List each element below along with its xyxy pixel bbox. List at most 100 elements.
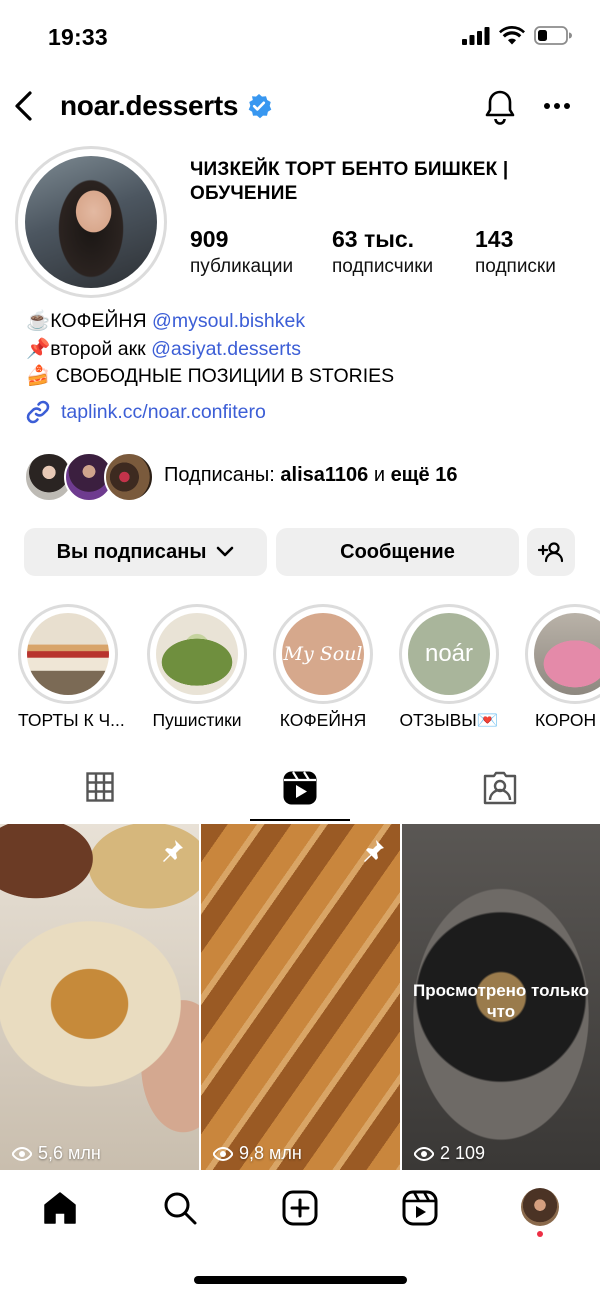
bio-line-2: 📌второй акк (26, 337, 152, 360)
highlight-label: ОТЗЫВЫ💌 (399, 710, 499, 730)
following-button[interactable]: Вы подписаны (24, 528, 267, 576)
highlight-ring: noár (399, 604, 499, 704)
highlight-label: КОФЕЙНЯ (279, 710, 367, 730)
eye-icon (414, 1146, 434, 1161)
reel-views: 5,6 млн (12, 1143, 101, 1164)
message-button[interactable]: Сообщение (276, 528, 519, 576)
bio-line-1: ☕️КОФЕЙНЯ (26, 310, 153, 332)
status-time: 19:33 (48, 24, 108, 50)
bio-mention-mysoul[interactable]: @mysoul.bishkek (152, 310, 305, 332)
reel-tile-2[interactable]: 9,8 млн (201, 824, 400, 1170)
highlight-2[interactable]: Пушистики (147, 604, 247, 731)
stat-following-value: 143 (475, 226, 514, 252)
reel-views-count: 9,8 млн (239, 1143, 302, 1163)
add-person-icon (538, 542, 564, 563)
reel-watched-overlay: Просмотрено только что (412, 981, 590, 1021)
followed-by-rest: ещё 16 (390, 464, 458, 486)
pin-icon (163, 840, 183, 862)
nav-create[interactable] (282, 1190, 318, 1231)
highlight-label: Пушистики (152, 710, 242, 730)
reel-tile-1[interactable]: 5,6 млн (0, 824, 199, 1170)
notifications-button[interactable] (482, 88, 518, 131)
bottom-navigation (0, 1170, 600, 1250)
grid-icon (86, 772, 114, 802)
reels-icon (283, 771, 317, 805)
highlight-cover (534, 613, 600, 695)
profile-external-link[interactable]: taplink.cc/noar.confitero (24, 398, 266, 426)
followed-by-text[interactable]: Подписаны: alisa1106 и ещё 16 (164, 464, 458, 487)
highlight-cover: My Soul (282, 613, 364, 695)
highlight-3[interactable]: My Soul КОФЕЙНЯ (273, 604, 373, 731)
back-button[interactable] (10, 88, 40, 124)
highlight-cover (27, 613, 109, 695)
nav-reels[interactable] (402, 1190, 438, 1231)
highlight-label: ТОРТЫ К Ч... (18, 710, 125, 730)
home-indicator (194, 1276, 407, 1284)
tab-reels[interactable] (282, 770, 318, 811)
profile-avatar-small (521, 1188, 559, 1226)
reel-views-count: 2 109 (440, 1143, 486, 1163)
eye-icon (12, 1146, 32, 1161)
nav-profile[interactable] (521, 1188, 559, 1237)
stat-posts[interactable]: 909 публикации (190, 226, 293, 278)
highlight-ring (147, 604, 247, 704)
avatar-image (25, 156, 157, 288)
bio-line-3: 🍰 СВОБОДНЫЕ ПОЗИЦИИ В STORIES (26, 365, 395, 387)
nav-home[interactable] (42, 1190, 78, 1231)
highlight-4[interactable]: noár ОТЗЫВЫ💌 (399, 604, 499, 731)
followed-by-user: alisa1106 (280, 464, 369, 486)
battery-icon (534, 26, 572, 45)
pin-icon (364, 840, 384, 862)
username: noar.desserts (60, 90, 239, 121)
highlight-cover (156, 613, 238, 695)
suggest-people-button[interactable] (527, 528, 575, 576)
profile-full-name: ЧИЗКЕЙК ТОРТ БЕНТО БИШКЕК | ОБУЧЕНИЕ (190, 159, 509, 204)
search-icon (164, 1192, 197, 1225)
follower-avatar (104, 452, 154, 502)
more-options-button[interactable] (543, 98, 571, 116)
highlight-5[interactable]: КОРОН (525, 604, 600, 731)
more-horizontal-icon (544, 103, 570, 109)
link-icon (26, 400, 50, 424)
stat-followers[interactable]: 63 тыс. подписчики (332, 226, 433, 278)
wifi-icon (499, 26, 525, 45)
profile-bio: ☕️КОФЕЙНЯ @mysoul.bishkek 📌второй акк @a… (26, 308, 394, 391)
highlight-ring: My Soul (273, 604, 373, 704)
bio-mention-asiyat[interactable]: @asiyat.desserts (151, 338, 301, 360)
stat-posts-label: публикации (190, 256, 294, 277)
eye-icon (213, 1146, 233, 1161)
nav-search[interactable] (162, 1190, 198, 1231)
username-header: noar.desserts (60, 90, 272, 122)
reel-tile-3[interactable]: Просмотрено только что 2 109 (402, 824, 600, 1170)
stat-following-label: подписки (475, 256, 556, 277)
highlight-ring (18, 604, 118, 704)
tab-grid[interactable] (86, 770, 114, 809)
tab-tagged[interactable] (482, 770, 518, 811)
chevron-down-icon (217, 546, 234, 557)
reel-views: 2 109 (414, 1143, 485, 1164)
cellular-signal-icon (462, 26, 490, 45)
stat-followers-value: 63 тыс. (332, 226, 415, 252)
highlight-cover: noár (408, 613, 490, 695)
message-button-label: Сообщение (340, 540, 455, 563)
chevron-left-icon (15, 91, 32, 121)
reel-views-count: 5,6 млн (38, 1143, 101, 1163)
highlight-ring (525, 604, 600, 704)
following-button-label: Вы подписаны (56, 540, 207, 563)
notification-dot (537, 1231, 543, 1237)
status-icons (462, 26, 572, 45)
reels-icon (402, 1190, 438, 1226)
profile-link-text: taplink.cc/noar.confitero (61, 400, 266, 423)
reel-views: 9,8 млн (213, 1143, 302, 1164)
add-post-icon (282, 1190, 318, 1226)
home-icon (44, 1192, 76, 1224)
stat-following[interactable]: 143 подписки (475, 226, 556, 278)
followed-by-avatars[interactable] (24, 452, 154, 502)
tagged-person-icon (483, 771, 517, 805)
profile-avatar[interactable] (15, 146, 167, 298)
followed-by-middle: и (368, 464, 391, 486)
active-tab-indicator (250, 819, 350, 821)
highlight-label: КОРОН (535, 710, 597, 730)
followed-by-prefix: Подписаны: (164, 464, 281, 486)
highlight-1[interactable]: ТОРТЫ К Ч... (18, 604, 125, 731)
